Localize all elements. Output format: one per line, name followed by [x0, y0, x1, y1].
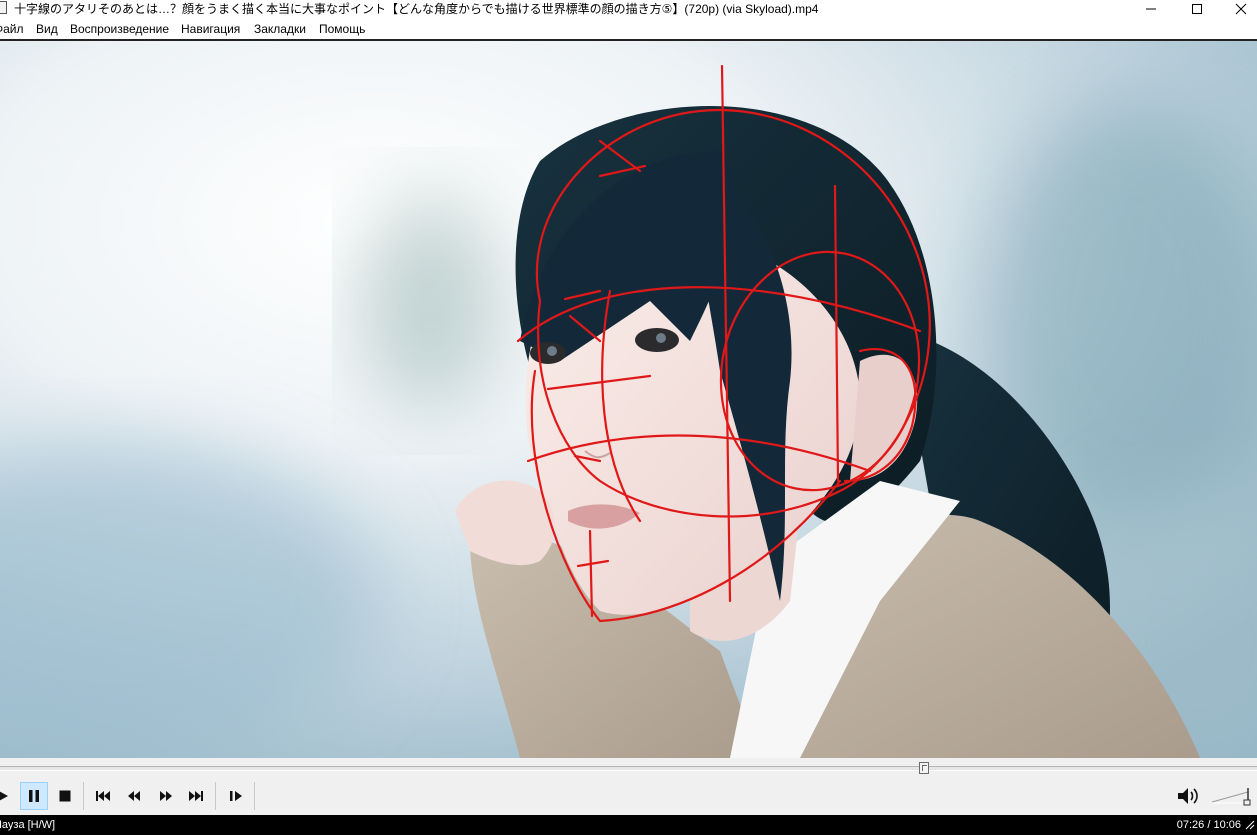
- pause-icon: [29, 790, 39, 802]
- mute-button[interactable]: [1174, 782, 1202, 810]
- fast-forward-button[interactable]: [152, 782, 180, 810]
- skip-next-icon: [189, 791, 203, 801]
- playback-toolbar: [0, 778, 1257, 815]
- previous-button[interactable]: [89, 782, 117, 810]
- status-bar: Пауза [H/W] 07:26 / 10:06: [0, 815, 1257, 835]
- stop-icon: [59, 790, 71, 802]
- frame-step-icon: [230, 791, 242, 801]
- time-display: 07:26 / 10:06: [1176, 819, 1241, 831]
- volume-wedge-icon: [1211, 788, 1251, 806]
- menu-help[interactable]: Помощь: [319, 19, 365, 39]
- close-button[interactable]: [1218, 0, 1257, 18]
- seek-track[interactable]: [0, 766, 1257, 771]
- volume-slider[interactable]: [1210, 784, 1254, 808]
- play-button[interactable]: [0, 782, 16, 810]
- menu-file[interactable]: Файл: [0, 19, 24, 39]
- seek-thumb[interactable]: [919, 762, 929, 774]
- rewind-icon: [128, 791, 140, 801]
- fast-forward-icon: [160, 791, 172, 801]
- app-icon: [0, 1, 7, 14]
- maximize-icon: [1192, 4, 1202, 14]
- close-icon: [1235, 3, 1247, 15]
- menu-playback[interactable]: Воспроизведение: [70, 19, 169, 39]
- menu-navigation[interactable]: Навигация: [181, 19, 240, 39]
- frame-step-button[interactable]: [222, 782, 250, 810]
- toolbar-separator: [83, 782, 84, 810]
- resize-grip-icon: [1245, 820, 1255, 830]
- minimize-button[interactable]: [1128, 0, 1174, 18]
- window-title: 十字線のアタリそのあとは…？顔をうまく描く本当に大事なポイント【どんな角度からで…: [14, 2, 819, 16]
- menu-bar: Файл Вид Воспроизведение Навигация Закла…: [0, 19, 1257, 40]
- speaker-icon: [1178, 788, 1198, 804]
- play-icon: [0, 791, 8, 801]
- video-frame[interactable]: [0, 41, 1257, 758]
- toolbar-separator: [254, 782, 255, 810]
- playback-status: Пауза [H/W]: [0, 819, 56, 831]
- next-button[interactable]: [182, 782, 210, 810]
- minimize-icon: [1146, 8, 1156, 10]
- menu-bookmarks[interactable]: Закладки: [254, 19, 306, 39]
- maximize-button[interactable]: [1174, 0, 1220, 18]
- toolbar-separator: [215, 782, 216, 810]
- seek-bar[interactable]: [0, 758, 1257, 778]
- title-bar: 十字線のアタリそのあとは…？顔をうまく描く本当に大事なポイント【どんな角度からで…: [0, 0, 1257, 18]
- pause-button[interactable]: [20, 782, 48, 810]
- skip-previous-icon: [96, 791, 110, 801]
- stop-button[interactable]: [51, 782, 79, 810]
- video-image: [0, 41, 1257, 758]
- rewind-button[interactable]: [120, 782, 148, 810]
- menu-view[interactable]: Вид: [36, 19, 58, 39]
